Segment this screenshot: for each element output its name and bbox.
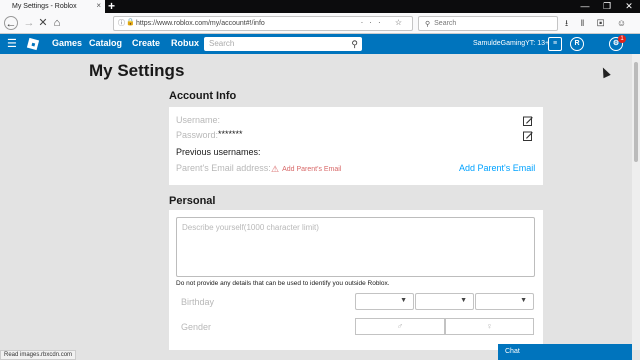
back-icon[interactable]: ← — [4, 16, 18, 30]
notification-badge: 1 — [618, 35, 626, 43]
messages-icon[interactable]: ≡ — [548, 37, 562, 51]
page-title: My Settings — [89, 61, 185, 80]
roblox-logo[interactable] — [26, 37, 40, 51]
description-textarea[interactable]: Describe yourself(1000 character limit) — [176, 217, 535, 277]
menu-icon[interactable]: ☰ — [7, 37, 17, 50]
page-actions-icon[interactable]: ··· ☆ — [361, 18, 408, 27]
tab-title: My Settings - Roblox — [12, 3, 77, 10]
parent-email-warning-text: Add Parent's Email — [282, 166, 342, 173]
scrollbar-thumb[interactable] — [634, 62, 638, 162]
forward-icon[interactable]: → — [22, 16, 36, 30]
edit-username-icon[interactable] — [523, 116, 533, 126]
browser-search-field[interactable]: ⚲ Search — [418, 16, 558, 31]
birthday-month-select[interactable]: ▼ — [355, 293, 414, 310]
site-search-placeholder: Search — [209, 39, 235, 48]
previous-usernames-label: Previous usernames: — [176, 147, 261, 157]
username-label[interactable]: SamuldeGamingYT: 13+ — [473, 40, 549, 47]
browser-toolbar: ← → ✕ ⌂ ⓘ 🔒 https://www.roblox.com/my/ac… — [0, 13, 640, 42]
robux-icon[interactable]: R — [570, 37, 584, 51]
username-field-label: Username: — [176, 115, 221, 125]
site-search-input[interactable]: Search ⚲ — [204, 37, 362, 51]
mouse-cursor-icon — [599, 65, 611, 79]
male-icon: ♂ — [396, 321, 404, 331]
chevron-down-icon: ▼ — [460, 297, 467, 304]
search-icon[interactable]: ⚲ — [351, 37, 358, 51]
url-bar[interactable]: ⓘ 🔒 https://www.roblox.com/my/account#!/… — [113, 16, 413, 31]
gender-female-button[interactable]: ♀ — [445, 318, 534, 335]
nav-create[interactable]: Create — [132, 38, 160, 48]
birthday-label: Birthday — [181, 297, 215, 307]
home-icon[interactable]: ⌂ — [50, 16, 64, 30]
minimize-icon[interactable]: — — [574, 0, 596, 13]
gender-label: Gender — [181, 322, 212, 332]
personal-heading: Personal — [169, 195, 216, 207]
female-icon: ♀ — [486, 321, 493, 331]
lock-icon: 🔒 — [126, 19, 135, 26]
tab-close-icon[interactable]: × — [96, 1, 101, 10]
close-window-icon[interactable]: ✕ — [618, 0, 640, 13]
tab-bar: My Settings - Roblox × + — ❐ ✕ — [0, 0, 640, 13]
account-info-heading: Account Info — [169, 90, 237, 102]
browser-search-placeholder: Search — [434, 20, 457, 27]
gender-male-button[interactable]: ♂ — [355, 318, 445, 335]
add-parent-email-link[interactable]: Add Parent's Email — [459, 163, 535, 173]
password-field-label: Password: — [176, 130, 219, 140]
chevron-down-icon: ▼ — [400, 297, 407, 304]
nav-games[interactable]: Games — [52, 38, 82, 48]
browser-tab[interactable]: My Settings - Roblox × — [0, 0, 105, 13]
warning-icon: ⚠ — [271, 164, 280, 174]
nav-robux[interactable]: Robux — [171, 38, 199, 48]
status-url: Read images.rbxcdn.com — [0, 350, 77, 360]
new-tab-icon[interactable]: + — [108, 0, 115, 13]
site-header: ☰ Games Catalog Create Robux Search ⚲ Sa… — [0, 34, 640, 54]
search-icon: ⚲ — [425, 20, 431, 28]
maximize-icon[interactable]: ❐ — [596, 0, 618, 13]
birthday-year-select[interactable]: ▼ — [475, 293, 534, 310]
chevron-down-icon: ▼ — [520, 297, 527, 304]
personal-card: Describe yourself(1000 character limit) … — [169, 210, 543, 350]
birthday-day-select[interactable]: ▼ — [415, 293, 474, 310]
parent-email-warning: ⚠ Add Parent's Email — [271, 164, 341, 175]
url-text[interactable]: https://www.roblox.com/my/account#!/info — [136, 20, 265, 27]
chat-tab[interactable]: Chat — [498, 344, 632, 360]
privacy-hint: Do not provide any details that can be u… — [176, 280, 390, 287]
nav-catalog[interactable]: Catalog — [89, 38, 122, 48]
edit-password-icon[interactable] — [523, 131, 533, 141]
description-placeholder: Describe yourself(1000 character limit) — [182, 223, 319, 232]
info-icon[interactable]: ⓘ — [118, 18, 125, 28]
account-info-card: Username: Password: ******* Previous use… — [169, 107, 543, 185]
password-value: ******* — [218, 129, 243, 139]
parent-email-label: Parent's Email address: — [176, 163, 271, 173]
stop-loading-icon[interactable]: ✕ — [36, 16, 50, 30]
